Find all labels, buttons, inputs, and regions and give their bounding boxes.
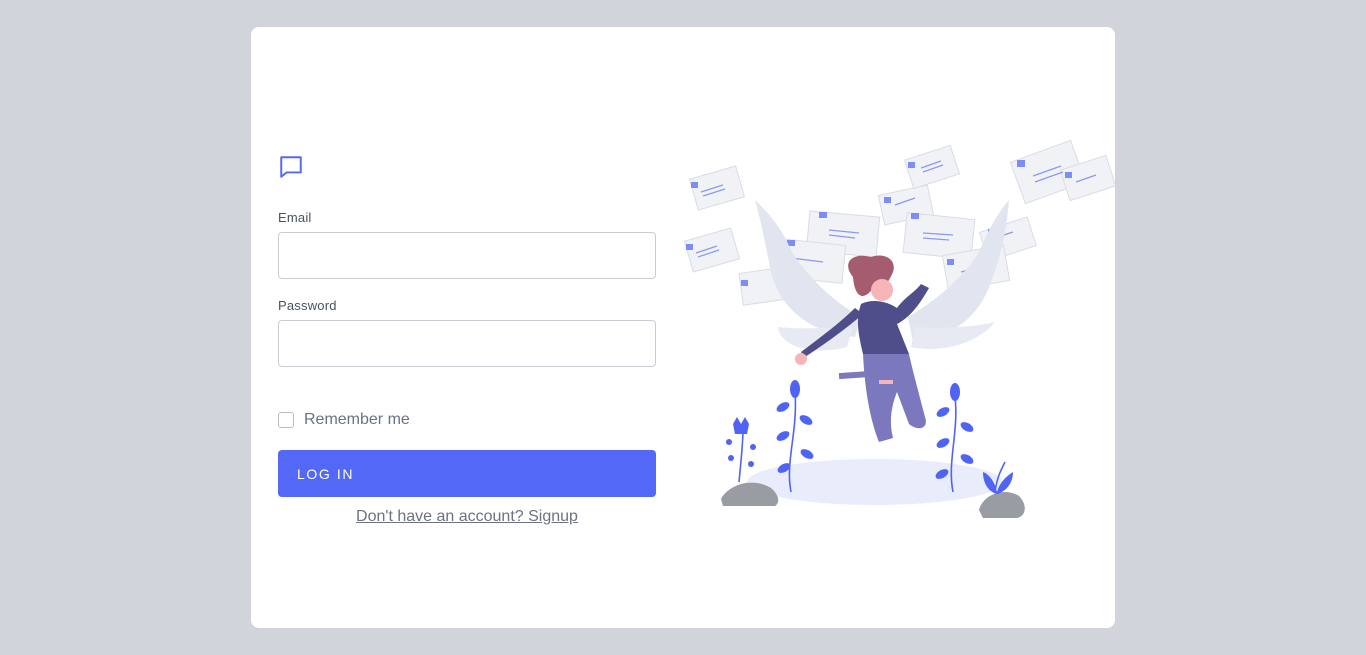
signup-link[interactable]: Don't have an account? Signup (278, 508, 656, 526)
remember-me-checkbox[interactable] (278, 412, 294, 428)
password-label: Password (278, 298, 337, 313)
login-card: Email Password Remember me LOG IN Don't … (251, 27, 1115, 628)
remember-me-label[interactable]: Remember me (304, 411, 410, 429)
message-square-icon (280, 156, 302, 178)
login-button[interactable]: LOG IN (278, 450, 656, 497)
jumping-woman-illustration (683, 139, 1115, 518)
remember-me-row[interactable]: Remember me (278, 410, 410, 430)
password-field[interactable] (278, 320, 656, 367)
email-label: Email (278, 210, 312, 225)
email-field[interactable] (278, 232, 656, 279)
